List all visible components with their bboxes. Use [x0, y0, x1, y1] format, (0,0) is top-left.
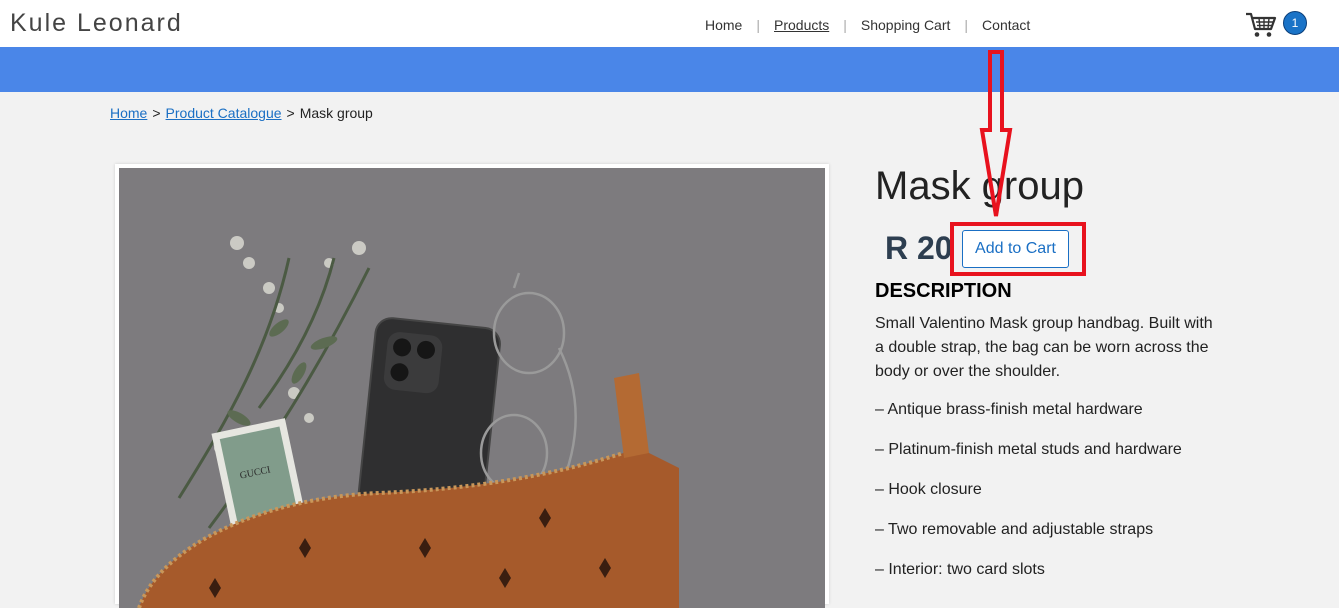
- nav-separator: |: [843, 17, 847, 33]
- feature-item: – Antique brass-finish metal hardware: [875, 401, 1143, 418]
- nav-separator: |: [756, 17, 760, 33]
- breadcrumb-separator: >: [152, 105, 161, 121]
- breadcrumb: Home > Product Catalogue > Mask group: [110, 105, 373, 121]
- feature-item: – Two removable and adjustable straps: [875, 521, 1154, 538]
- nav-products[interactable]: Products: [774, 17, 829, 33]
- product-description: Small Valentino Mask group handbag. Buil…: [875, 315, 1213, 380]
- cart-button[interactable]: 1: [1245, 9, 1310, 41]
- breadcrumb-home[interactable]: Home: [110, 105, 147, 121]
- product-image: GUCCI: [115, 164, 829, 608]
- product-price: R 20: [885, 230, 953, 266]
- annotation-highlight-box: [950, 222, 1086, 276]
- product-photo: GUCCI: [119, 168, 825, 608]
- breadcrumb-catalogue[interactable]: Product Catalogue: [166, 105, 282, 121]
- nav-contact[interactable]: Contact: [982, 17, 1030, 33]
- brand-logo[interactable]: Kule Leonard: [10, 9, 183, 38]
- breadcrumb-current: Mask group: [299, 105, 373, 121]
- cart-count-badge: 1: [1283, 11, 1307, 35]
- annotation-arrow-icon: [979, 50, 1013, 217]
- description-heading: DESCRIPTION: [875, 280, 1012, 302]
- feature-list: – Antique brass-finish metal hardware – …: [875, 400, 1275, 600]
- shopping-cart-icon: [1246, 12, 1277, 37]
- feature-item: – Interior: two card slots: [875, 561, 1045, 578]
- nav-home[interactable]: Home: [705, 17, 742, 33]
- header: Kule Leonard Home | Products | Shopping …: [0, 0, 1339, 47]
- feature-item: – Platinum-finish metal studs and hardwa…: [875, 441, 1182, 458]
- nav-separator: |: [964, 17, 969, 33]
- blue-banner: [0, 47, 1339, 92]
- main-nav: Home | Products | Shopping Cart | Contac…: [705, 17, 1030, 33]
- breadcrumb-separator: >: [286, 105, 295, 121]
- nav-shopping-cart[interactable]: Shopping Cart: [861, 17, 951, 33]
- feature-item: – Hook closure: [875, 481, 982, 498]
